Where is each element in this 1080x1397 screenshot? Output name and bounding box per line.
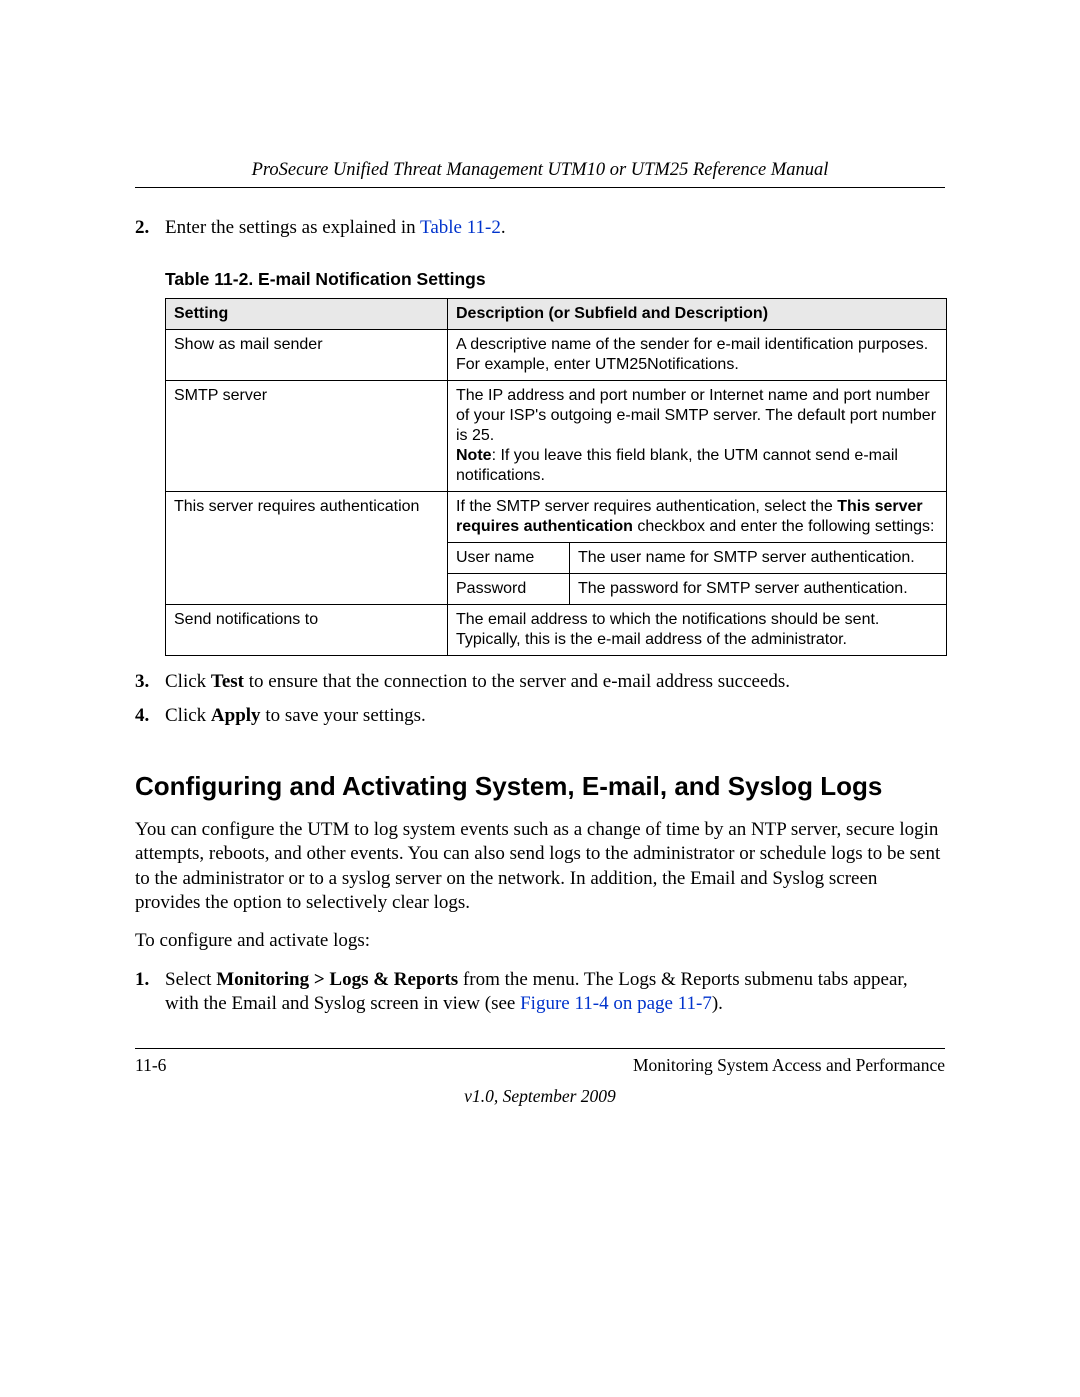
text: Click	[165, 705, 211, 726]
setting-cell: Show as mail sender	[166, 329, 448, 380]
step-body: Enter the settings as explained in Table…	[165, 216, 945, 241]
text: Click	[165, 671, 211, 692]
figure-ref-link[interactable]: Figure 11-4 on page 11-7	[520, 993, 712, 1014]
table-ref-link[interactable]: Table 11-2	[420, 217, 501, 238]
doc-version: v1.0, September 2009	[135, 1086, 945, 1107]
chapter-title: Monitoring System Access and Performance	[633, 1055, 945, 1076]
setting-cell: This server requires authentication	[166, 491, 448, 604]
bold-text: Apply	[211, 705, 261, 726]
text: .	[501, 217, 506, 238]
description-cell: The email address to which the notificat…	[448, 604, 947, 655]
description-cell: A descriptive name of the sender for e-m…	[448, 329, 947, 380]
subfield-desc: The user name for SMTP server authentica…	[570, 542, 947, 573]
text: to save your settings.	[261, 705, 426, 726]
subfield-label: User name	[448, 542, 570, 573]
step-number: 2.	[135, 216, 165, 241]
step-number: 4.	[135, 704, 165, 729]
text: Select	[165, 969, 216, 990]
note-label: Note	[456, 447, 492, 464]
step-number: 1.	[135, 968, 165, 1017]
text: The IP address and port number or Intern…	[456, 387, 936, 444]
paragraph: To configure and activate logs:	[135, 929, 945, 953]
step-4: 4. Click Apply to save your settings.	[135, 704, 945, 729]
text: ).	[712, 993, 723, 1014]
bold-text: Monitoring > Logs & Reports	[216, 969, 458, 990]
setting-cell: SMTP server	[166, 380, 448, 491]
bold-text: Test	[211, 671, 244, 692]
description-cell: If the SMTP server requires authenticati…	[448, 491, 947, 542]
setting-cell: Send notifications to	[166, 604, 448, 655]
table-caption: Table 11-2. E-mail Notification Settings	[165, 269, 945, 290]
section-step-1: 1. Select Monitoring > Logs & Reports fr…	[135, 968, 945, 1017]
header-rule	[135, 187, 945, 188]
table-row: SMTP server The IP address and port numb…	[166, 380, 947, 491]
col-description-header: Description (or Subfield and Description…	[448, 298, 947, 329]
step-body: Click Apply to save your settings.	[165, 704, 945, 729]
page-number: 11-6	[135, 1055, 166, 1076]
step-2: 2. Enter the settings as explained in Ta…	[135, 216, 945, 241]
step-body: Select Monitoring > Logs & Reports from …	[165, 968, 945, 1017]
text: Enter the settings as explained in	[165, 217, 420, 238]
subfield-label: Password	[448, 573, 570, 604]
section-heading: Configuring and Activating System, E-mai…	[135, 771, 945, 802]
running-header: ProSecure Unified Threat Management UTM1…	[135, 160, 945, 181]
footer-rule	[135, 1048, 945, 1049]
table-row: Send notifications to The email address …	[166, 604, 947, 655]
email-notification-settings-table: Setting Description (or Subfield and Des…	[165, 298, 947, 656]
step-3: 3. Click Test to ensure that the connect…	[135, 670, 945, 695]
description-cell: The IP address and port number or Intern…	[448, 380, 947, 491]
text: to ensure that the connection to the ser…	[244, 671, 790, 692]
step-number: 3.	[135, 670, 165, 695]
table-row: This server requires authentication If t…	[166, 491, 947, 542]
step-body: Click Test to ensure that the connection…	[165, 670, 945, 695]
paragraph: You can configure the UTM to log system …	[135, 818, 945, 915]
text: : If you leave this field blank, the UTM…	[456, 447, 898, 484]
table-row: Show as mail sender A descriptive name o…	[166, 329, 947, 380]
col-setting-header: Setting	[166, 298, 448, 329]
page-footer: 11-6 Monitoring System Access and Perfor…	[135, 1048, 945, 1107]
table-header-row: Setting Description (or Subfield and Des…	[166, 298, 947, 329]
text: checkbox and enter the following setting…	[633, 518, 935, 535]
text: If the SMTP server requires authenticati…	[456, 498, 837, 515]
subfield-desc: The password for SMTP server authenticat…	[570, 573, 947, 604]
